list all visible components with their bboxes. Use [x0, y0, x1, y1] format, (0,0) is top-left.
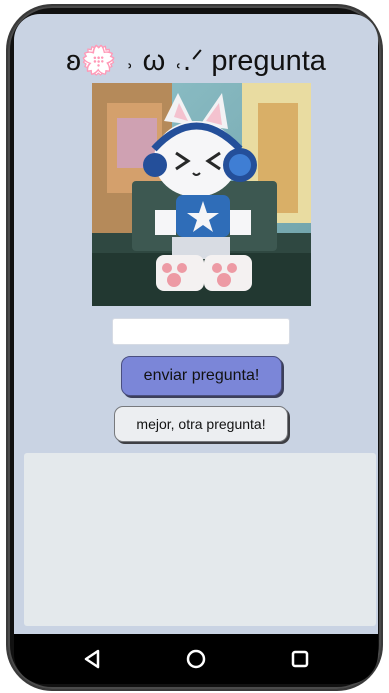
home-icon[interactable] [184, 647, 208, 671]
another-question-button[interactable]: mejor, otra pregunta! [114, 406, 288, 442]
triangle-back-icon [84, 649, 100, 669]
answer-panel [24, 453, 376, 626]
circle-home-icon [186, 649, 206, 669]
page-title: ʚ💮 ˒ ω ˓.ᐟ pregunta [66, 45, 326, 77]
cat-illustration [92, 83, 311, 306]
square-recents-icon [291, 650, 309, 668]
send-question-button[interactable]: enviar pregunta! [121, 356, 282, 396]
hero-image [92, 83, 311, 306]
android-navbar [14, 634, 378, 684]
question-input[interactable] [112, 318, 290, 345]
back-icon[interactable] [80, 647, 104, 671]
app-screen: ʚ💮 ˒ ω ˓.ᐟ pregunta enviar pregunta! mej… [14, 14, 378, 634]
recents-icon[interactable] [288, 647, 312, 671]
